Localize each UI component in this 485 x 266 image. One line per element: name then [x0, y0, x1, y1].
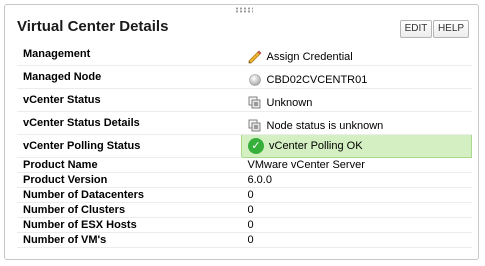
row-label: Managed Node	[17, 65, 242, 89]
help-button[interactable]: HELP	[433, 20, 469, 38]
row-number-of-clusters: Number of Clusters 0	[17, 202, 472, 218]
row-management: Management Assign Credential	[17, 43, 472, 66]
row-label: Number of Datacenters	[17, 187, 242, 203]
row-label: vCenter Status Details	[17, 111, 242, 135]
row-label: Number of Clusters	[17, 202, 242, 218]
row-label: vCenter Status	[17, 88, 242, 112]
polling-status-value: vCenter Polling OK	[269, 140, 363, 152]
drag-handle-icon[interactable]	[235, 7, 253, 13]
assign-credential-link[interactable]: Assign Credential	[267, 51, 353, 63]
row-number-of-vms: Number of VM's 0	[17, 232, 472, 248]
row-value: VMware vCenter Server	[241, 157, 472, 173]
row-value: 0	[241, 187, 472, 203]
managed-node-link[interactable]: CBD02CVCENTR01	[267, 74, 368, 86]
details-table: Management Assign Credential Managed Nod…	[17, 43, 472, 248]
row-label: Number of ESX Hosts	[17, 217, 242, 233]
row-value: 6.0.0	[241, 172, 472, 188]
vcenter-status-details-value: Node status is unknown	[266, 120, 384, 132]
unknown-status-icon	[248, 119, 262, 133]
pencil-icon	[248, 50, 262, 64]
row-managed-node: Managed Node CBD02CVCENTR01	[17, 65, 472, 89]
row-product-name: Product Name VMware vCenter Server	[17, 157, 472, 173]
row-label: Number of VM's	[17, 232, 242, 248]
row-label: Product Name	[17, 157, 242, 173]
row-value: 0	[241, 217, 472, 233]
row-number-of-datacenters: Number of Datacenters 0	[17, 187, 472, 203]
row-product-version: Product Version 6.0.0	[17, 172, 472, 188]
check-circle-icon: ✓	[248, 138, 264, 154]
row-value: 0	[241, 232, 472, 248]
row-label: Product Version	[17, 172, 242, 188]
row-vcenter-polling-status: vCenter Polling Status ✓ vCenter Polling…	[17, 134, 472, 158]
virtual-center-details-panel: Virtual Center Details EDIT HELP Managem…	[4, 4, 479, 260]
row-vcenter-status: vCenter Status Unknown	[17, 88, 472, 112]
row-label: vCenter Polling Status	[17, 134, 242, 158]
row-label: Management	[17, 43, 242, 66]
edit-button[interactable]: EDIT	[400, 20, 432, 38]
panel-title: Virtual Center Details	[17, 18, 169, 35]
unknown-status-icon	[248, 96, 262, 110]
vcenter-status-value: Unknown	[266, 97, 313, 109]
row-value: 0	[241, 202, 472, 218]
row-vcenter-status-details: vCenter Status Details Node status is un…	[17, 111, 472, 135]
node-status-dot-icon	[248, 73, 262, 87]
row-number-of-esx-hosts: Number of ESX Hosts 0	[17, 217, 472, 233]
